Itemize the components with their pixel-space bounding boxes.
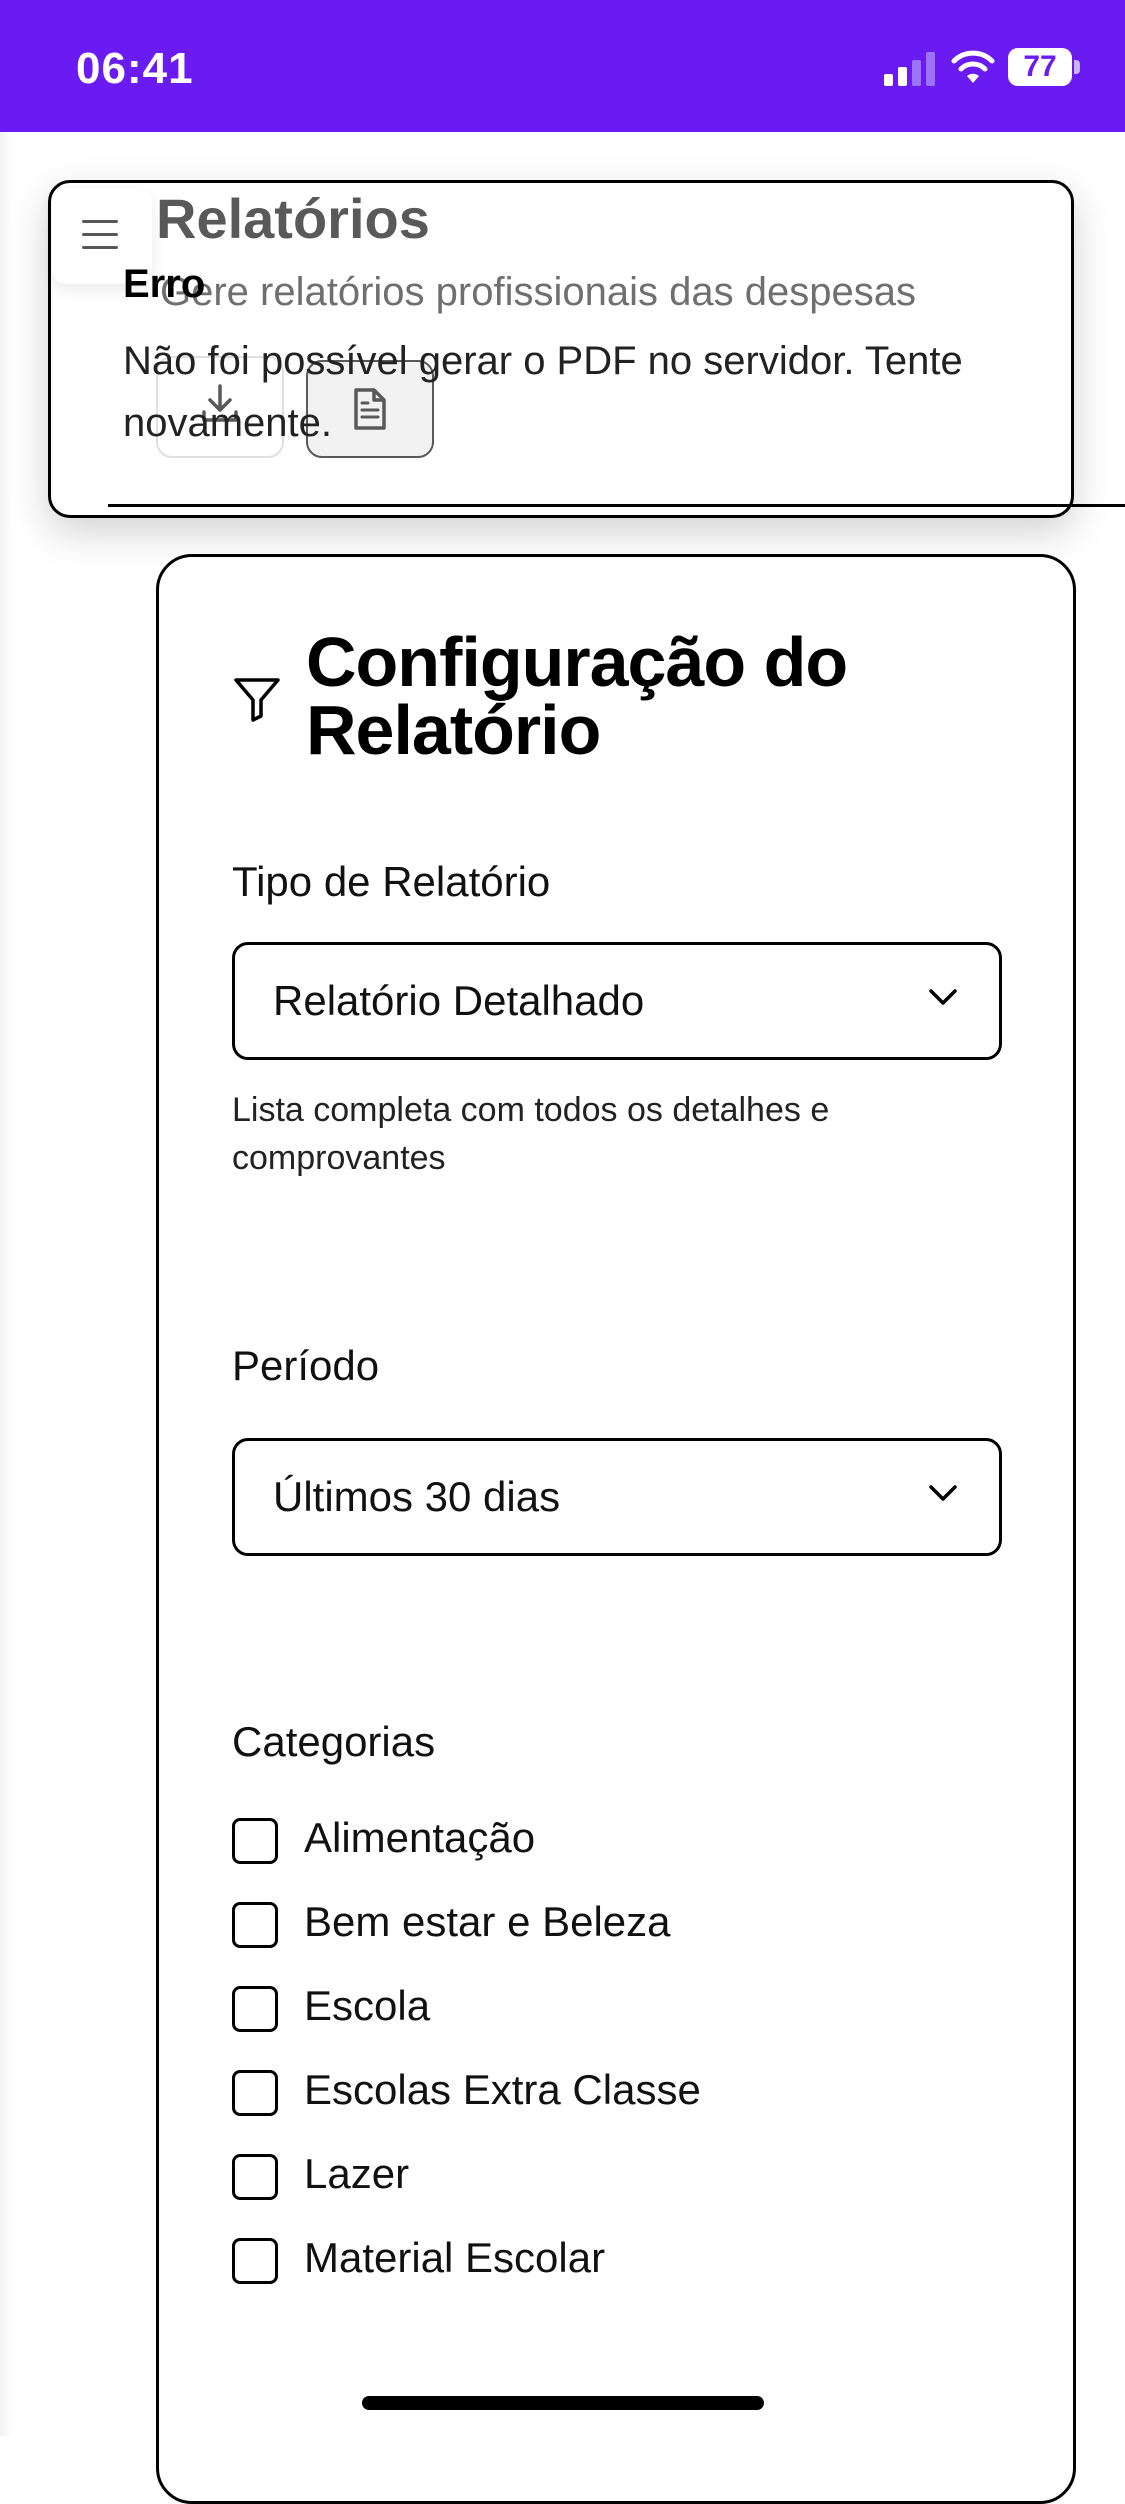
checkbox[interactable] [232,1986,278,2032]
cellular-signal-icon [884,52,935,86]
config-title: Configuração do Relatório [306,623,848,769]
checkbox[interactable] [232,1818,278,1864]
report-type-select[interactable]: Relatório Detalhado [232,942,1002,1060]
battery-level: 77 [1023,50,1057,83]
categories-label: Categorias [232,1718,436,1765]
report-type-label: Tipo de Relatório [232,858,551,905]
period-select[interactable]: Últimos 30 dias [232,1438,1002,1556]
wifi-icon [951,50,995,83]
checkbox[interactable] [232,2238,278,2284]
checkbox[interactable] [232,2154,278,2200]
battery-icon: 77 [1008,48,1080,86]
status-time: 06:41 [76,44,194,93]
home-indicator[interactable] [362,2396,764,2410]
toast-title: Erro [123,262,206,306]
report-type-help: Lista completa com todos os detalhes e c… [232,1091,830,1177]
period-value: Últimos 30 dias [273,1473,561,1520]
chevron-down-icon [929,1485,957,1501]
category-label: Lazer [304,2150,410,2197]
category-label: Material Escolar [304,2234,606,2281]
category-label: Alimentação [304,1814,536,1861]
checkbox[interactable] [232,2070,278,2116]
filter-icon [234,678,280,722]
report-type-value: Relatório Detalhado [273,977,645,1024]
category-label: Escolas Extra Classe [304,2066,701,2113]
checkbox[interactable] [232,1902,278,1948]
category-label: Escola [304,1982,431,2029]
toast-message: Não foi possível gerar o PDF no servidor… [123,339,963,445]
status-bar: 06:41 77 [0,0,1125,132]
period-label: Período [232,1342,380,1389]
drawer-edge [0,132,12,2436]
chevron-down-icon [929,989,957,1005]
category-label: Bem estar e Beleza [304,1898,671,1945]
divider [108,504,1125,507]
